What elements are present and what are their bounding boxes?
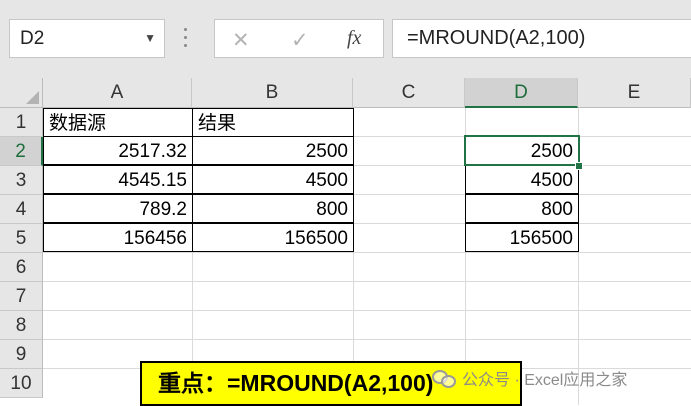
chevron-down-icon[interactable]: ▼ (144, 20, 156, 57)
cell-a2[interactable]: 2517.32 (43, 136, 193, 165)
cell-b2[interactable]: 2500 (192, 136, 354, 165)
column-header-a[interactable]: A (43, 78, 192, 108)
column-header-c[interactable]: C (353, 78, 465, 108)
select-all-corner[interactable] (0, 78, 43, 108)
row-header-7[interactable]: 7 (0, 282, 43, 311)
column-header-d[interactable]: D (465, 78, 578, 108)
fill-handle[interactable] (575, 162, 583, 170)
formula-input[interactable]: =MROUND(A2,100) (392, 19, 691, 58)
formula-buttons: ✕ ✓ fx (214, 19, 384, 58)
row-header-4[interactable]: 4 (0, 195, 43, 224)
watermark-text: 公众号 · Excel应用之家 (462, 372, 628, 389)
cell-a1[interactable]: 数据源 (43, 108, 193, 137)
confirm-icon[interactable]: ✓ (291, 28, 309, 53)
row-header-5[interactable]: 5 (0, 224, 43, 253)
name-box[interactable]: D2 ▼ (9, 19, 165, 58)
column-header-b[interactable]: B (192, 78, 353, 108)
gridline (43, 310, 691, 311)
cell-b3[interactable]: 4500 (192, 165, 354, 194)
wechat-icon (432, 369, 456, 388)
insert-function-icon[interactable]: fx (347, 27, 361, 50)
cell-b5[interactable]: 156500 (192, 223, 354, 252)
row-header-9[interactable]: 9 (0, 340, 43, 369)
cell-b4[interactable]: 800 (192, 194, 354, 223)
row-header-10[interactable]: 10 (0, 369, 43, 398)
cell-d4[interactable]: 800 (465, 194, 579, 223)
name-box-value: D2 (20, 28, 45, 49)
cell-d5[interactable]: 156500 (465, 223, 579, 252)
spreadsheet-grid[interactable]: A B C D E 1 2 3 4 5 6 7 8 9 10 数据源 结果 25… (0, 78, 691, 406)
gridline (43, 281, 691, 282)
gridline (43, 252, 691, 253)
formula-bar: D2 ▼ ✕ ✓ fx =MROUND(A2,100) (0, 0, 691, 78)
drag-handle-icon[interactable] (183, 28, 189, 50)
cancel-icon[interactable]: ✕ (232, 28, 250, 53)
cell-a5[interactable]: 156456 (43, 223, 193, 252)
cell-a3[interactable]: 4545.15 (43, 165, 193, 194)
row-header-8[interactable]: 8 (0, 311, 43, 340)
cell-a4[interactable]: 789.2 (43, 194, 193, 223)
row-header-1[interactable]: 1 (0, 108, 43, 137)
cell-b1[interactable]: 结果 (192, 108, 354, 137)
row-header-6[interactable]: 6 (0, 253, 43, 282)
watermark: 公众号 · Excel应用之家 (432, 365, 627, 391)
cell-d3[interactable]: 4500 (465, 165, 579, 194)
column-header-e[interactable]: E (578, 78, 691, 108)
cell-d2[interactable]: 2500 (465, 136, 579, 165)
gridline (43, 339, 691, 340)
row-header-2[interactable]: 2 (0, 137, 43, 166)
row-header-3[interactable]: 3 (0, 166, 43, 195)
